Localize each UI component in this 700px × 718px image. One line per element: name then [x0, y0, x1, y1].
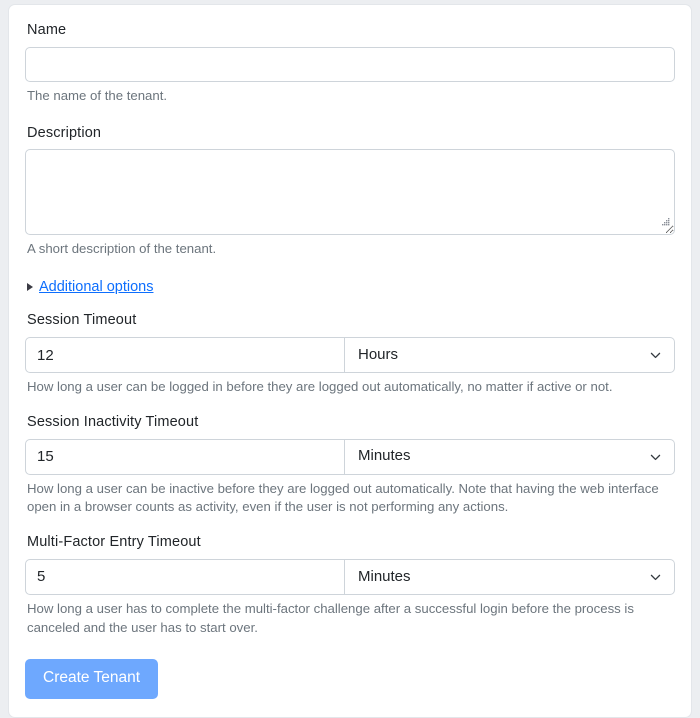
session-inactivity-timeout-value-input[interactable] [25, 438, 345, 475]
session-timeout-value-input[interactable] [25, 337, 345, 373]
name-input[interactable] [25, 46, 675, 82]
session-inactivity-timeout-unit-select[interactable]: Minutes [345, 438, 675, 475]
multi-factor-entry-timeout-value-input[interactable] [25, 558, 345, 595]
additional-options-toggle[interactable]: Additional options [27, 279, 675, 295]
multi-factor-entry-timeout-group: Multi-Factor Entry Timeout Minutes How l… [25, 533, 675, 637]
description-textarea[interactable] [25, 149, 675, 236]
multi-factor-entry-timeout-input-group: Minutes [25, 558, 675, 595]
create-tenant-button[interactable]: Create Tenant [25, 659, 159, 699]
session-timeout-help-text: How long a user can be logged in before … [27, 379, 613, 394]
session-timeout-unit-wrap: Hours [345, 337, 675, 373]
multi-factor-entry-timeout-help-text: How long a user has to complete the mult… [27, 600, 634, 635]
name-label: Name [27, 22, 67, 38]
multi-factor-entry-timeout-unit-wrap: Minutes [345, 558, 675, 595]
session-timeout-label: Session Timeout [27, 312, 137, 329]
session-inactivity-timeout-group: Session Inactivity Timeout Minutes How l… [25, 413, 675, 517]
triangle-right-icon [27, 283, 33, 292]
session-timeout-unit-select[interactable]: Hours [345, 337, 675, 373]
session-inactivity-timeout-input-group: Minutes [25, 438, 675, 475]
description-label: Description [27, 124, 102, 141]
name-field-group: Name The name of the tenant. [25, 21, 675, 106]
description-help-text: A short description of the tenant. [27, 241, 217, 257]
additional-options-label[interactable]: Additional options [39, 279, 153, 295]
multi-factor-entry-timeout-unit-select[interactable]: Minutes [345, 558, 675, 595]
multi-factor-entry-timeout-label: Multi-Factor Entry Timeout [27, 534, 201, 551]
session-inactivity-timeout-label: Session Inactivity Timeout [27, 413, 199, 430]
description-field-group: Description A short description of the t… [25, 124, 675, 260]
session-inactivity-timeout-unit-wrap: Minutes [345, 438, 675, 475]
session-timeout-input-group: Hours [25, 337, 675, 373]
session-timeout-group: Session Timeout Hours How long a user ca… [25, 311, 675, 397]
tenant-form-card: Name The name of the tenant. Description… [8, 4, 692, 718]
name-help-text: The name of the tenant. [27, 87, 168, 103]
session-inactivity-timeout-help-text: How long a user can be inactive before t… [27, 480, 659, 515]
